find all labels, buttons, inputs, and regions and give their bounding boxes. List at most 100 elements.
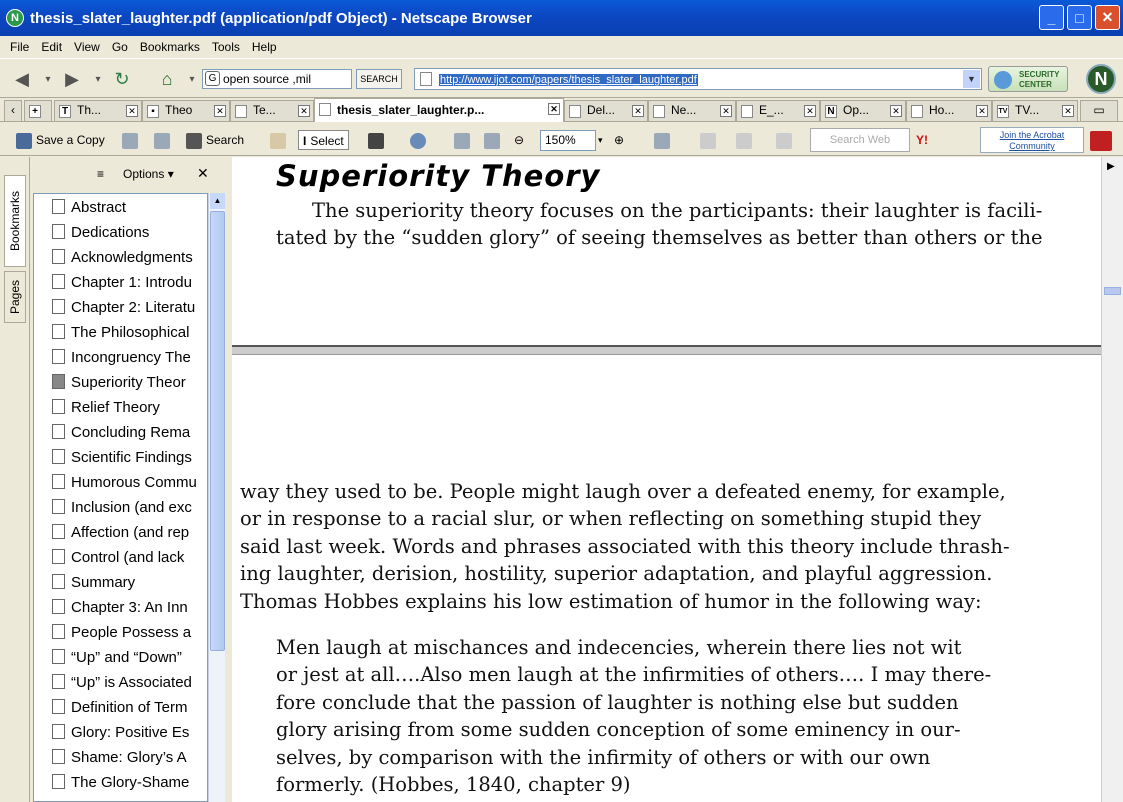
- close-tab-icon[interactable]: ✕: [720, 105, 732, 117]
- bookmark-item[interactable]: Chapter 1: Introdu: [52, 271, 207, 295]
- rotate-button[interactable]: [700, 130, 720, 150]
- tab-8[interactable]: N Op... ✕: [820, 100, 906, 121]
- zoom-level-field[interactable]: 150%: [540, 130, 596, 151]
- bookmark-item[interactable]: Summary: [52, 571, 207, 595]
- document-scrollbar[interactable]: ▶: [1101, 157, 1123, 802]
- bookmark-item[interactable]: Abstract: [52, 196, 207, 220]
- menu-help[interactable]: Help: [252, 40, 277, 54]
- netscape-logo-icon[interactable]: N: [1086, 64, 1116, 94]
- scrollbar-thumb[interactable]: [1104, 287, 1121, 295]
- menu-tools[interactable]: Tools: [212, 40, 240, 54]
- bookmark-item-current[interactable]: Superiority Theor: [52, 371, 207, 395]
- reload-icon[interactable]: ↻: [110, 67, 134, 91]
- menu-file[interactable]: File: [10, 40, 29, 54]
- search-engine-input[interactable]: G open source ,mil: [202, 69, 352, 89]
- back-dropdown-icon[interactable]: ▾: [36, 67, 60, 91]
- bookmark-item[interactable]: “Up” and “Down”: [52, 646, 207, 670]
- close-tab-icon[interactable]: ✕: [298, 105, 310, 117]
- select-tool-button[interactable]: I Select: [298, 130, 349, 150]
- bookmarks-tab[interactable]: Bookmarks: [4, 175, 26, 267]
- bookmark-item[interactable]: Scientific Findings: [52, 446, 207, 470]
- bookmark-item[interactable]: The Glory-Shame: [52, 771, 207, 795]
- menu-view[interactable]: View: [74, 40, 100, 54]
- tab-6[interactable]: Ne... ✕: [648, 100, 736, 121]
- tab-5[interactable]: Del... ✕: [564, 100, 648, 121]
- close-tab-icon[interactable]: ✕: [1062, 105, 1074, 117]
- menu-bookmarks[interactable]: Bookmarks: [140, 40, 200, 54]
- tab-scroll-left-icon[interactable]: ‹: [4, 100, 22, 121]
- zoom-in-tool-button[interactable]: [410, 130, 430, 150]
- bookmark-item[interactable]: Chapter 2: Literatu: [52, 296, 207, 320]
- tab-7[interactable]: E_... ✕: [736, 100, 820, 121]
- back-arrow-icon[interactable]: ◀: [10, 67, 34, 91]
- bookmark-item[interactable]: Incongruency The: [52, 346, 207, 370]
- undo-button[interactable]: [736, 130, 756, 150]
- print-button[interactable]: [122, 130, 142, 150]
- options-button[interactable]: Options ▾: [123, 167, 174, 181]
- home-icon[interactable]: ⌂: [155, 67, 179, 91]
- new-tab-button[interactable]: +: [24, 100, 52, 121]
- address-bar[interactable]: http://www.ijot.com/papers/thesis_slater…: [414, 68, 982, 90]
- yahoo-icon[interactable]: Y!: [916, 130, 928, 150]
- scroll-right-arrow-icon[interactable]: ▶: [1107, 161, 1115, 172]
- close-tab-icon[interactable]: ✕: [804, 105, 816, 117]
- close-panel-icon[interactable]: ✕: [197, 165, 209, 182]
- pages-tab[interactable]: Pages: [4, 271, 26, 323]
- tab-4-active[interactable]: thesis_slater_laughter.p... ✕: [314, 98, 564, 122]
- search-pdf-button[interactable]: Search: [186, 130, 244, 150]
- close-tab-icon[interactable]: ✕: [548, 103, 560, 115]
- bookmark-item[interactable]: Inclusion (and exc: [52, 496, 207, 520]
- forward-dropdown-icon[interactable]: ▾: [86, 67, 110, 91]
- forward-arrow-icon[interactable]: ▶: [60, 67, 84, 91]
- review-button[interactable]: [776, 130, 796, 150]
- bookmark-item[interactable]: Relief Theory: [52, 396, 207, 420]
- search-web-input[interactable]: Search Web: [810, 128, 910, 152]
- bookmark-item[interactable]: Shame: Glory’s A: [52, 746, 207, 770]
- close-button[interactable]: ✕: [1095, 5, 1120, 30]
- zoom-dropdown-icon[interactable]: ▾: [598, 130, 603, 150]
- close-tab-icon[interactable]: ✕: [126, 105, 138, 117]
- address-dropdown-icon[interactable]: ▼: [963, 70, 980, 88]
- close-tab-icon[interactable]: ✕: [890, 105, 902, 117]
- bookmarks-scrollbar[interactable]: ▲: [208, 193, 225, 802]
- zoom-in-button[interactable]: ⊕: [614, 130, 624, 150]
- minimize-button[interactable]: _: [1039, 5, 1064, 30]
- search-button[interactable]: SEARCH: [356, 69, 402, 89]
- bookmark-item[interactable]: People Possess a: [52, 621, 207, 645]
- tab-list-icon[interactable]: ▭: [1080, 100, 1118, 121]
- hand-tool-button[interactable]: [270, 130, 290, 150]
- bookmark-item[interactable]: The Philosophical: [52, 321, 207, 345]
- tab-3[interactable]: Te... ✕: [230, 100, 314, 121]
- tab-9[interactable]: Ho... ✕: [906, 100, 992, 121]
- bookmark-item[interactable]: Glory: Positive Es: [52, 721, 207, 745]
- save-copy-button[interactable]: Save a Copy: [16, 130, 105, 150]
- bookmark-item[interactable]: Concluding Rema: [52, 421, 207, 445]
- fit-height-button[interactable]: [454, 130, 474, 150]
- bookmark-item[interactable]: “Up” is Associated: [52, 671, 207, 695]
- acrobat-community-link[interactable]: Join the Acrobat Community: [980, 127, 1084, 153]
- tab-1[interactable]: T Th... ✕: [54, 100, 142, 121]
- scrollbar-thumb[interactable]: [210, 211, 225, 651]
- snapshot-button[interactable]: [368, 130, 388, 150]
- maximize-button[interactable]: □: [1067, 5, 1092, 30]
- home-dropdown-icon[interactable]: ▾: [180, 67, 204, 91]
- menu-edit[interactable]: Edit: [41, 40, 62, 54]
- fit-width-button[interactable]: [484, 130, 504, 150]
- email-button[interactable]: [154, 130, 174, 150]
- close-tab-icon[interactable]: ✕: [214, 105, 226, 117]
- bookmark-item[interactable]: Acknowledgments: [52, 246, 207, 270]
- bookmark-item[interactable]: Definition of Term: [52, 696, 207, 720]
- security-center-button[interactable]: SECURITY CENTER: [988, 66, 1068, 92]
- bookmark-item[interactable]: Affection (and rep: [52, 521, 207, 545]
- page-layout-button[interactable]: [654, 130, 674, 150]
- tab-2[interactable]: ▪ Theo ✕: [142, 100, 230, 121]
- scroll-up-icon[interactable]: ▲: [210, 193, 225, 209]
- menu-go[interactable]: Go: [112, 40, 128, 54]
- bookmark-item[interactable]: Chapter 3: An Inn: [52, 596, 207, 620]
- close-tab-icon[interactable]: ✕: [632, 105, 644, 117]
- close-tab-icon[interactable]: ✕: [976, 105, 988, 117]
- tab-10[interactable]: TV TV... ✕: [992, 100, 1078, 121]
- bookmark-item[interactable]: Dedications: [52, 221, 207, 245]
- zoom-out-button[interactable]: ⊖: [514, 130, 524, 150]
- bookmark-item[interactable]: Humorous Commu: [52, 471, 207, 495]
